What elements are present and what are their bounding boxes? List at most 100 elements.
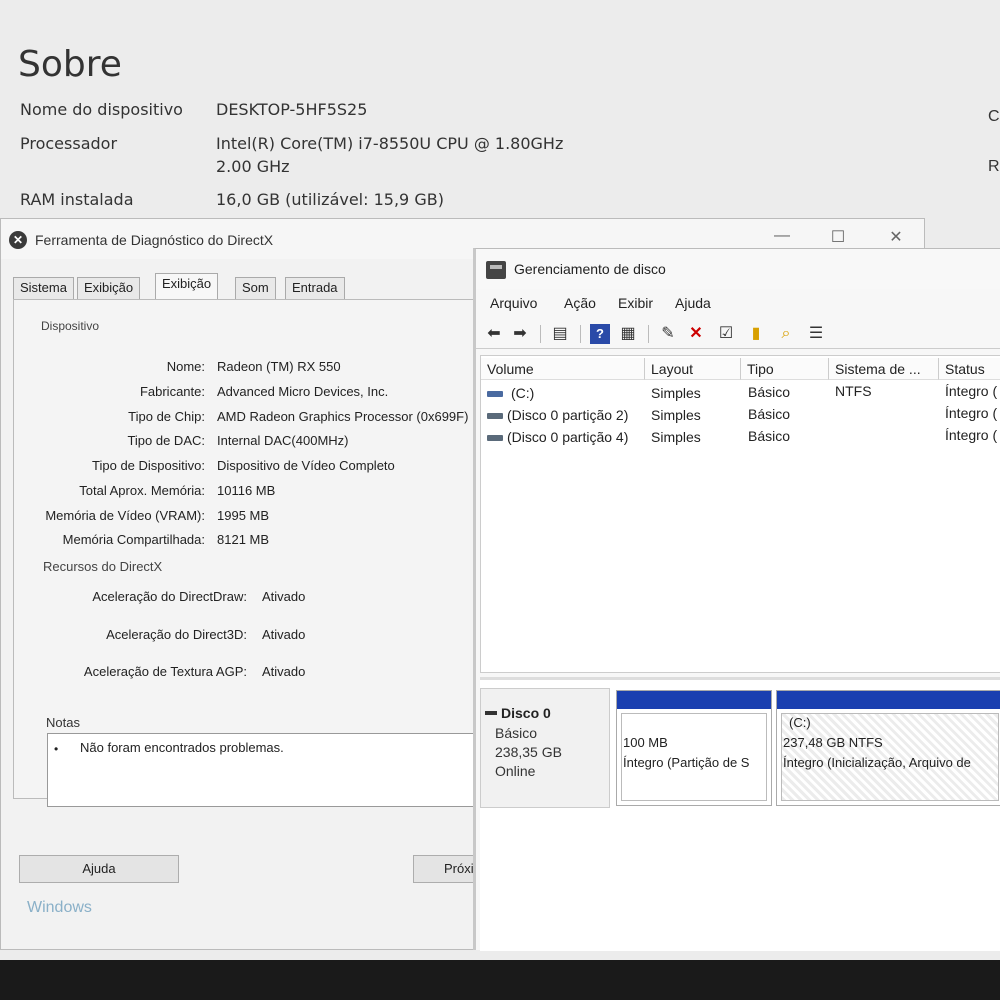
column-volume[interactable]: Volume bbox=[481, 358, 645, 380]
partition-label: (C:) bbox=[789, 715, 811, 730]
partition-bar bbox=[617, 691, 771, 709]
row-status: Íntegro ( bbox=[945, 383, 998, 399]
dxdiag-title: Ferramenta de Diagnóstico do DirectX bbox=[35, 232, 274, 248]
device-name-label: Nome: bbox=[166, 359, 205, 374]
tab-som[interactable]: Som bbox=[235, 277, 276, 299]
cut-off-text: C bbox=[988, 108, 1000, 125]
forward-arrow-icon[interactable]: ➡ bbox=[510, 324, 530, 344]
dxdiag-app-icon: ✕ bbox=[9, 231, 27, 249]
volume-list: Volume Layout Tipo Sistema de ... Status… bbox=[480, 355, 1000, 673]
close-button[interactable]: ✕ bbox=[881, 227, 911, 249]
directdraw-label: Aceleração do DirectDraw: bbox=[92, 589, 247, 604]
partition-c[interactable]: (C:) 237,48 GB NTFS Íntegro (Inicializaç… bbox=[776, 690, 1000, 806]
row-volume: (Disco 0 partição 2) bbox=[507, 407, 629, 423]
menu-exibir[interactable]: Exibir bbox=[618, 295, 653, 311]
device-name-value: DESKTOP-5HF5S25 bbox=[216, 100, 368, 119]
tab-sistema[interactable]: Sistema bbox=[13, 277, 74, 299]
manufacturer-value: Advanced Micro Devices, Inc. bbox=[217, 384, 389, 399]
help-button[interactable]: Ajuda bbox=[19, 855, 179, 883]
ram-label: RAM instalada bbox=[20, 190, 134, 209]
drive-icon bbox=[487, 391, 503, 397]
menu-ajuda[interactable]: Ajuda bbox=[675, 295, 711, 311]
partition-size: 100 MB bbox=[623, 735, 668, 750]
row-volume: (C:) bbox=[511, 385, 535, 401]
drive-icon bbox=[487, 435, 503, 441]
row-type: Básico bbox=[748, 384, 791, 400]
delete-icon[interactable]: ✕ bbox=[686, 324, 706, 344]
device-group-title: Dispositivo bbox=[41, 319, 100, 333]
back-arrow-icon[interactable]: ⬅ bbox=[484, 324, 504, 344]
row-status: Íntegro ( bbox=[945, 427, 998, 443]
disk-type: Básico bbox=[495, 725, 538, 741]
properties-icon[interactable]: ▦ bbox=[618, 324, 638, 344]
menu-bar: Arquivo Ação Exibir Ajuda bbox=[476, 291, 1000, 317]
manufacturer-label: Fabricante: bbox=[139, 384, 205, 399]
chip-type-label: Tipo de Chip: bbox=[128, 409, 205, 424]
agp-texture-value: Ativado bbox=[262, 664, 306, 679]
column-status[interactable]: Status bbox=[939, 358, 1000, 380]
disk-name: Disco 0 bbox=[501, 705, 551, 721]
disk-management-icon bbox=[486, 261, 506, 279]
disk-state: Online bbox=[495, 763, 536, 779]
vram-value: 1995 MB bbox=[217, 508, 270, 523]
row-status: Íntegro ( bbox=[945, 405, 998, 421]
processor-speed-value: 2.00 GHz bbox=[216, 157, 290, 176]
toolbar-separator bbox=[580, 325, 581, 343]
partition-status: Íntegro (Partição de S bbox=[623, 755, 750, 770]
help-icon[interactable]: ? bbox=[590, 324, 610, 344]
row-layout: Simples bbox=[651, 429, 701, 445]
disk-icon bbox=[485, 711, 497, 715]
tab-exibicao-2[interactable]: Exibição 2 bbox=[155, 273, 219, 311]
direct3d-value: Ativado bbox=[262, 627, 306, 642]
bullet-icon: • bbox=[54, 742, 59, 756]
total-memory-value: 10116 MB bbox=[217, 483, 276, 498]
directx-features-title: Recursos do DirectX bbox=[43, 559, 163, 574]
list-icon[interactable]: ☰ bbox=[806, 324, 826, 344]
cut-off-text: R bbox=[988, 158, 1000, 175]
direct3d-label: Aceleração do Direct3D: bbox=[106, 627, 247, 642]
connect-icon[interactable]: ✎ bbox=[658, 324, 678, 344]
menu-acao[interactable]: Ação bbox=[564, 295, 596, 311]
row-layout: Simples bbox=[651, 407, 701, 423]
notes-item: Não foram encontrados problemas. bbox=[80, 740, 284, 755]
page-title: Sobre bbox=[18, 44, 122, 85]
chip-type-value: AMD Radeon Graphics Processor (0x699F) bbox=[217, 409, 469, 424]
diskmgmt-title: Gerenciamento de disco bbox=[514, 261, 666, 277]
column-tipo[interactable]: Tipo bbox=[741, 358, 829, 380]
minimize-button[interactable]: — bbox=[767, 227, 797, 249]
column-sistema-arquivos[interactable]: Sistema de ... bbox=[829, 358, 939, 380]
maximize-button[interactable]: ☐ bbox=[823, 227, 853, 249]
vram-label: Memória de Vídeo (VRAM): bbox=[45, 508, 205, 523]
toolbar-separator bbox=[540, 325, 541, 343]
tab-entrada[interactable]: Entrada bbox=[285, 277, 345, 299]
partition-status: Íntegro (Inicialização, Arquivo de bbox=[783, 755, 971, 770]
display-panel bbox=[13, 299, 483, 799]
notes-box[interactable]: • Não foram encontrados problemas. bbox=[47, 733, 487, 807]
disk-graphical-view: Disco 0 Básico 238,35 GB Online 100 MB Í… bbox=[480, 677, 1000, 951]
ram-value: 16,0 GB (utilizável: 15,9 GB) bbox=[216, 190, 444, 209]
row-filesystem: NTFS bbox=[835, 383, 872, 399]
row-type: Básico bbox=[748, 428, 791, 444]
disk-info-panel[interactable]: Disco 0 Básico 238,35 GB Online bbox=[480, 688, 610, 808]
dac-type-value: Internal DAC(400MHz) bbox=[217, 433, 349, 448]
partition-size: 237,48 GB NTFS bbox=[783, 735, 883, 750]
windows-watermark: Windows bbox=[27, 899, 92, 916]
shared-memory-value: 8121 MB bbox=[217, 532, 270, 547]
disk-size: 238,35 GB bbox=[495, 744, 562, 760]
device-name-label: Nome do dispositivo bbox=[20, 100, 183, 119]
import-icon[interactable]: ▮ bbox=[746, 324, 766, 344]
check-icon[interactable]: ☑ bbox=[716, 324, 736, 344]
tab-exibicao-1[interactable]: Exibição 1 bbox=[77, 277, 141, 315]
console-icon[interactable]: ▤ bbox=[550, 324, 570, 344]
directdraw-value: Ativado bbox=[262, 589, 306, 604]
device-name-value: Radeon (TM) RX 550 bbox=[217, 359, 341, 374]
partition-system[interactable]: 100 MB Íntegro (Partição de S bbox=[616, 690, 772, 806]
search-icon[interactable]: ⌕ bbox=[776, 324, 796, 344]
dac-type-label: Tipo de DAC: bbox=[127, 433, 205, 448]
diskmgmt-titlebar[interactable]: Gerenciamento de disco bbox=[476, 249, 1000, 289]
column-layout[interactable]: Layout bbox=[645, 358, 741, 380]
agp-texture-label: Aceleração de Textura AGP: bbox=[83, 664, 247, 679]
row-type: Básico bbox=[748, 406, 791, 422]
menu-arquivo[interactable]: Arquivo bbox=[490, 295, 537, 311]
toolbar: ⬅ ➡ ▤ ? ▦ ✎ ✕ ☑ ▮ ⌕ ☰ bbox=[476, 319, 1000, 349]
